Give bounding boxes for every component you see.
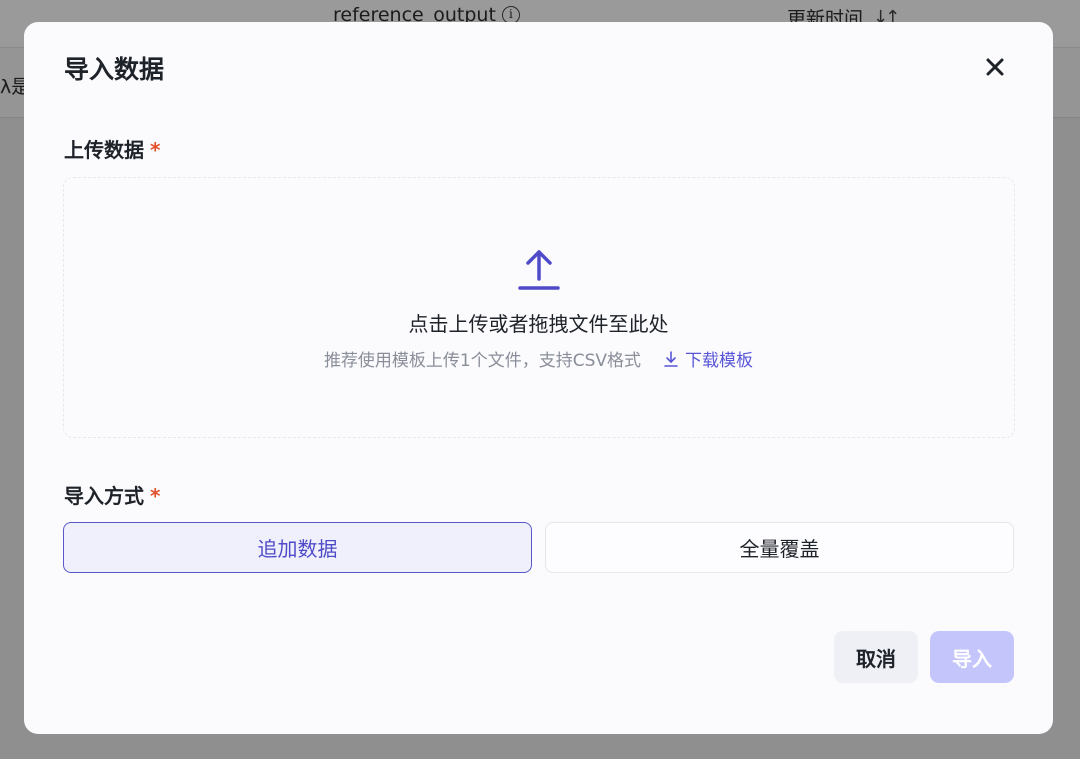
dropzone-hint-text: 推荐使用模板上传1个文件，支持CSV格式: [323, 351, 642, 371]
import-mode-label-text: 导入方式: [64, 484, 144, 508]
dialog-title: 导入数据: [64, 55, 165, 84]
dropzone-hint: 推荐使用模板上传1个文件，支持CSV格式 下载模板: [24, 346, 1053, 371]
import-button[interactable]: 导入: [930, 631, 1014, 683]
upload-icon: [518, 250, 560, 290]
dropzone-main-text: 点击上传或者拖拽文件至此处: [408, 312, 669, 336]
download-template-link[interactable]: 下载模板: [663, 346, 753, 371]
upload-data-label: 上传数据 *: [64, 134, 160, 163]
import-mode-overwrite-option[interactable]: 全量覆盖: [545, 522, 1014, 573]
page: reference_output i 更新时间 ↓↑ λ是 导入数据 上传数据 *…: [0, 0, 1080, 759]
upload-data-label-text: 上传数据: [64, 138, 144, 162]
download-template-label: 下载模板: [685, 351, 754, 371]
close-button[interactable]: [980, 52, 1010, 82]
import-mode-label: 导入方式 *: [64, 480, 160, 509]
close-icon: [986, 58, 1004, 76]
required-mark: *: [150, 138, 161, 162]
download-icon: [664, 350, 678, 367]
required-mark: *: [150, 484, 161, 508]
import-data-dialog: 导入数据 上传数据 * 点击上传或者拖拽文件至此处 推荐使用模板上传1个文件，支持…: [24, 22, 1053, 734]
import-mode-append-option[interactable]: 追加数据: [63, 522, 532, 573]
cancel-button[interactable]: 取消: [834, 631, 918, 683]
